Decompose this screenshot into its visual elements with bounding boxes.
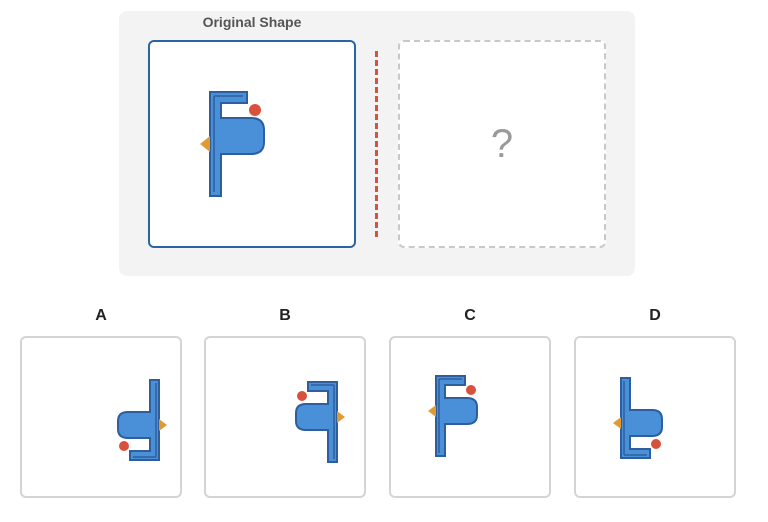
option-a-figure: [117, 379, 167, 461]
answer-box: ?: [398, 40, 606, 248]
mirror-line: [375, 51, 378, 237]
option-a-label: A: [95, 307, 107, 324]
arrow-marker: [159, 419, 167, 431]
option-d-figure: [613, 377, 663, 459]
original-shape-title: Original Shape: [202, 14, 302, 30]
puzzle-panel: Original Shape ?: [119, 11, 635, 276]
original-shape-box: [148, 40, 356, 248]
option-d-card[interactable]: [574, 336, 736, 498]
red-dot: [119, 441, 129, 451]
arrow-marker: [428, 405, 436, 417]
option-c-label: C: [464, 307, 476, 324]
option-b-card[interactable]: [204, 336, 366, 498]
question-mark: ?: [490, 121, 514, 166]
arrow-marker: [337, 411, 345, 423]
option-b-figure: [295, 381, 345, 463]
option-d-label: D: [649, 307, 661, 324]
option-a[interactable]: A: [20, 305, 182, 498]
red-dot: [249, 104, 261, 116]
option-c-card[interactable]: [389, 336, 551, 498]
red-dot: [466, 385, 476, 395]
option-c-figure: [428, 375, 478, 457]
option-a-card[interactable]: [20, 336, 182, 498]
option-b[interactable]: B: [204, 305, 366, 498]
arrow-marker: [200, 136, 210, 152]
option-d[interactable]: D: [574, 305, 736, 498]
arrow-marker: [613, 417, 621, 429]
option-b-label: B: [279, 307, 291, 324]
red-dot: [297, 391, 307, 401]
option-c[interactable]: C: [389, 305, 551, 498]
original-shape-figure: [200, 91, 265, 197]
red-dot: [651, 439, 661, 449]
